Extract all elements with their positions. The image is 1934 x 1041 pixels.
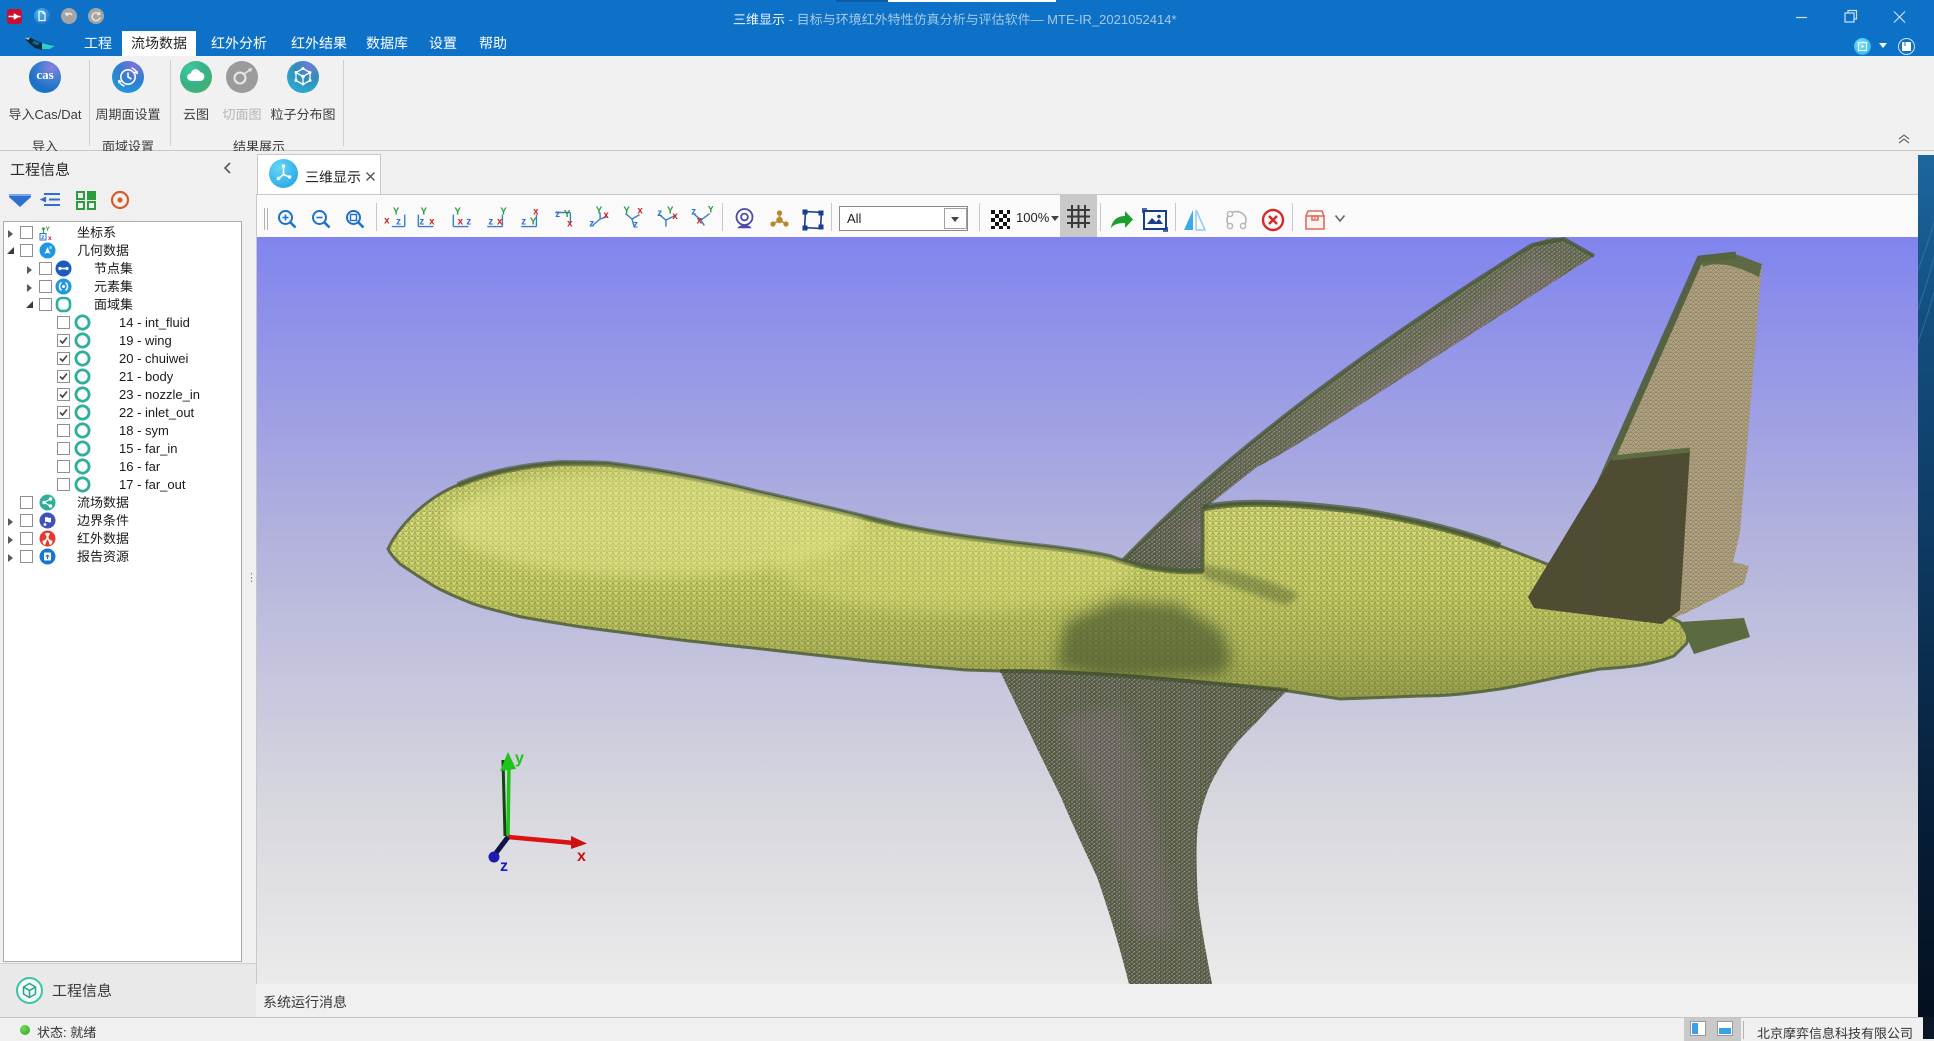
svg-text:z: z — [466, 216, 471, 227]
svg-text:x: x — [697, 215, 703, 226]
svg-text:z: z — [488, 216, 493, 227]
svg-text:z: z — [555, 209, 560, 220]
svg-text:x: x — [497, 216, 503, 227]
svg-text:Y: Y — [500, 207, 507, 218]
svg-text:x: x — [533, 207, 539, 218]
svg-text:Y: Y — [596, 206, 603, 217]
svg-text:x: x — [637, 206, 643, 217]
svg-text:x: x — [567, 219, 573, 230]
svg-text:Y: Y — [530, 216, 537, 227]
svg-text:z: z — [691, 207, 696, 218]
svg-text:z: z — [657, 208, 662, 219]
svg-text:x: x — [48, 235, 52, 241]
svg-text:x: x — [577, 848, 586, 865]
svg-text:x: x — [384, 215, 390, 226]
svg-text:Y: Y — [708, 206, 714, 216]
svg-text:x: x — [603, 210, 609, 221]
svg-text:x: x — [458, 216, 464, 227]
svg-text:x: x — [429, 216, 435, 227]
svg-text:z: z — [589, 219, 594, 230]
svg-text:Y: Y — [623, 206, 630, 217]
svg-text:y: y — [515, 750, 524, 767]
svg-text:z: z — [419, 216, 424, 227]
svg-text:x: x — [672, 211, 678, 222]
svg-text:Y: Y — [46, 226, 51, 233]
svg-text:z: z — [396, 216, 401, 227]
svg-text:z: z — [500, 858, 508, 875]
svg-text:z: z — [633, 220, 638, 231]
svg-text:z: z — [521, 216, 526, 227]
